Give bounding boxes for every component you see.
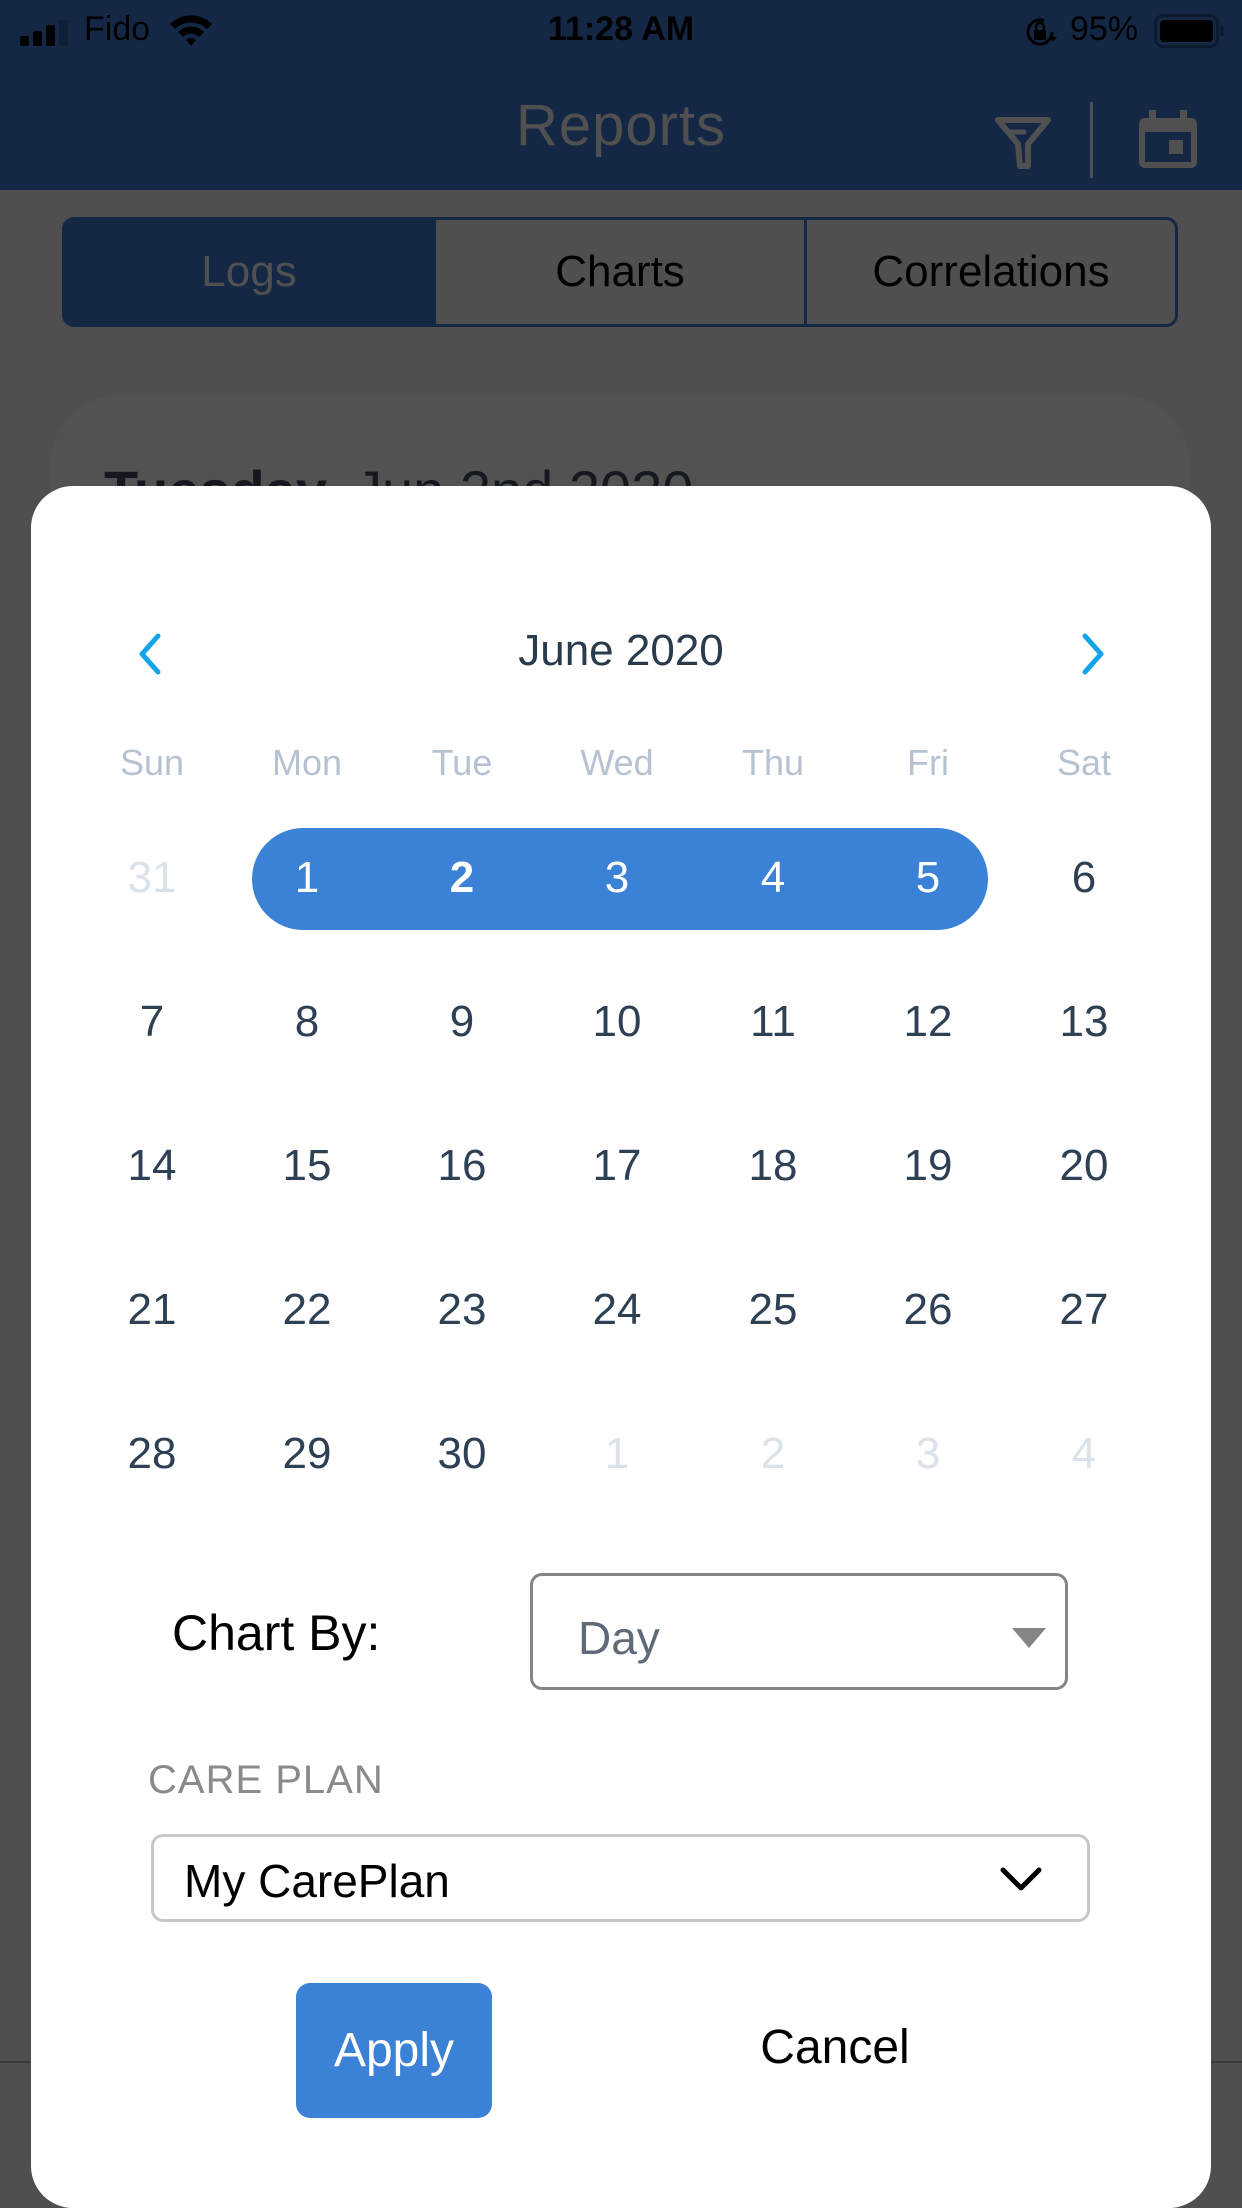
calendar-day[interactable]: 17 (557, 1136, 677, 1196)
calendar-day[interactable]: 19 (868, 1136, 988, 1196)
chart-by-value: Day (578, 1612, 660, 1664)
calendar-day[interactable]: 18 (713, 1136, 833, 1196)
chevron-down-icon (1000, 1867, 1042, 1891)
caret-down-icon (1012, 1628, 1046, 1648)
apply-button[interactable]: Apply (296, 1983, 492, 2118)
calendar-day[interactable]: 22 (247, 1280, 367, 1340)
weekday-mon: Mon (271, 742, 343, 783)
calendar-day[interactable]: 11 (713, 992, 833, 1052)
calendar-day-selected[interactable]: 4 (713, 848, 833, 908)
calendar-day[interactable]: 16 (402, 1136, 522, 1196)
weekday-thu: Thu (741, 742, 805, 783)
calendar-day[interactable]: 30 (402, 1424, 522, 1484)
filter-icon[interactable] (992, 112, 1054, 172)
calendar-day[interactable]: 24 (557, 1280, 677, 1340)
calendar-day[interactable]: 7 (92, 992, 212, 1052)
calendar-day[interactable]: 26 (868, 1280, 988, 1340)
calendar-day-outside-month: 3 (915, 1429, 941, 1478)
care-plan-label: CARE PLAN (148, 1758, 384, 1802)
calendar-day[interactable]: 28 (92, 1424, 212, 1484)
calendar-day-outside-month: 4 (1071, 1429, 1097, 1478)
report-tabs: Logs Charts Correlations (62, 217, 1178, 327)
tab-logs[interactable]: Logs (65, 220, 433, 324)
calendar-day-selected[interactable]: 2 (402, 848, 522, 908)
calendar-day[interactable]: 25 (713, 1280, 833, 1340)
cancel-button[interactable]: Cancel (740, 2020, 930, 2080)
calendar-day[interactable]: 10 (557, 992, 677, 1052)
calendar-day[interactable]: 20 (1024, 1136, 1144, 1196)
calendar-day[interactable]: 23 (402, 1280, 522, 1340)
battery-percent: 95% (1070, 10, 1139, 48)
status-bar: Fido 11:28 AM 95% (0, 0, 1242, 62)
rotation-lock-icon (1026, 18, 1057, 46)
calendar-day-selected[interactable]: 3 (557, 848, 677, 908)
calendar-day-outside-month: 1 (604, 1429, 630, 1478)
calendar-day[interactable]: 8 (247, 992, 367, 1052)
battery-icon (1154, 14, 1224, 48)
calendar-day[interactable]: 9 (402, 992, 522, 1052)
calendar-day[interactable]: 21 (92, 1280, 212, 1340)
calendar-icon[interactable] (1137, 108, 1199, 170)
calendar-day-outside-month: 2 (760, 1429, 786, 1478)
care-plan-value: My CarePlan (184, 1855, 450, 1907)
weekday-sun: Sun (119, 742, 185, 783)
chart-by-label: Chart By: (172, 1605, 381, 1661)
calendar-day[interactable]: 27 (1024, 1280, 1144, 1340)
page-title: Reports (515, 93, 727, 158)
calendar-day[interactable]: 29 (247, 1424, 367, 1484)
month-title: June 2020 (518, 626, 724, 675)
weekday-tue: Tue (431, 742, 493, 783)
calendar-day[interactable]: 15 (247, 1136, 367, 1196)
calendar-day-selected[interactable]: 5 (868, 848, 988, 908)
chevron-right-icon[interactable] (1073, 630, 1113, 678)
calendar-day[interactable]: 6 (1024, 848, 1144, 908)
header-divider (1090, 102, 1093, 178)
calendar-day[interactable]: 14 (92, 1136, 212, 1196)
weekday-sat: Sat (1056, 742, 1112, 783)
calendar-day[interactable]: 12 (868, 992, 988, 1052)
weekday-wed: Wed (580, 742, 654, 783)
tab-charts[interactable]: Charts (433, 220, 804, 324)
weekday-fri: Fri (907, 742, 949, 783)
calendar-day-outside-month: 31 (127, 853, 177, 902)
calendar-day[interactable]: 13 (1024, 992, 1144, 1052)
tab-correlations[interactable]: Correlations (804, 220, 1175, 324)
calendar-day-selected[interactable]: 1 (247, 848, 367, 908)
